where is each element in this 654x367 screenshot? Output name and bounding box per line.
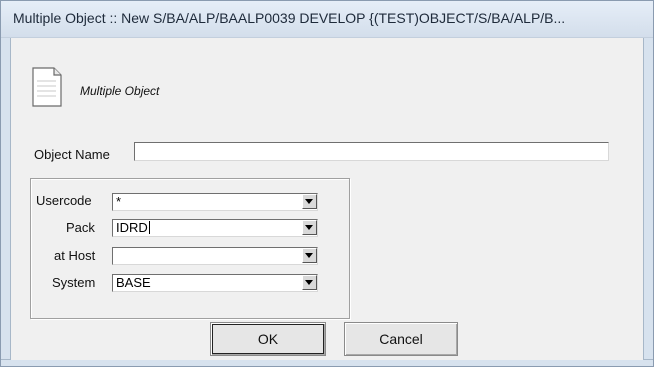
cancel-button[interactable]: Cancel (344, 322, 458, 356)
ok-button[interactable]: OK (210, 322, 326, 356)
pack-combo[interactable]: IDRD (112, 219, 318, 237)
window-title: Multiple Object :: New S/BA/ALP/BAALP003… (13, 10, 566, 26)
header-label: Multiple Object (80, 84, 160, 98)
pack-label: Pack (66, 220, 95, 235)
window-frame-bottom (1, 359, 653, 366)
usercode-input[interactable]: * (112, 193, 318, 211)
usercode-label: Usercode (36, 193, 92, 208)
at-host-input[interactable] (112, 247, 318, 265)
window-frame-right (643, 38, 653, 366)
at-host-dropdown-button[interactable] (302, 248, 317, 263)
at-host-label: at Host (54, 248, 96, 263)
window-frame-left (1, 38, 11, 366)
usercode-dropdown-button[interactable] (302, 194, 317, 209)
pack-input[interactable]: IDRD (112, 219, 318, 237)
text-cursor (148, 221, 150, 234)
object-name-label: Object Name (34, 147, 110, 162)
system-combo[interactable]: BASE (112, 274, 318, 292)
pack-value: IDRD (116, 220, 148, 235)
system-input[interactable]: BASE (112, 274, 318, 292)
system-label: System (52, 275, 96, 290)
usercode-combo[interactable]: * (112, 193, 318, 211)
document-icon (32, 67, 62, 107)
object-name-input[interactable] (134, 142, 609, 161)
system-dropdown-button[interactable] (302, 275, 317, 290)
title-bar[interactable]: Multiple Object :: New S/BA/ALP/BAALP003… (1, 1, 653, 38)
at-host-combo[interactable] (112, 247, 318, 265)
pack-dropdown-button[interactable] (302, 220, 317, 235)
